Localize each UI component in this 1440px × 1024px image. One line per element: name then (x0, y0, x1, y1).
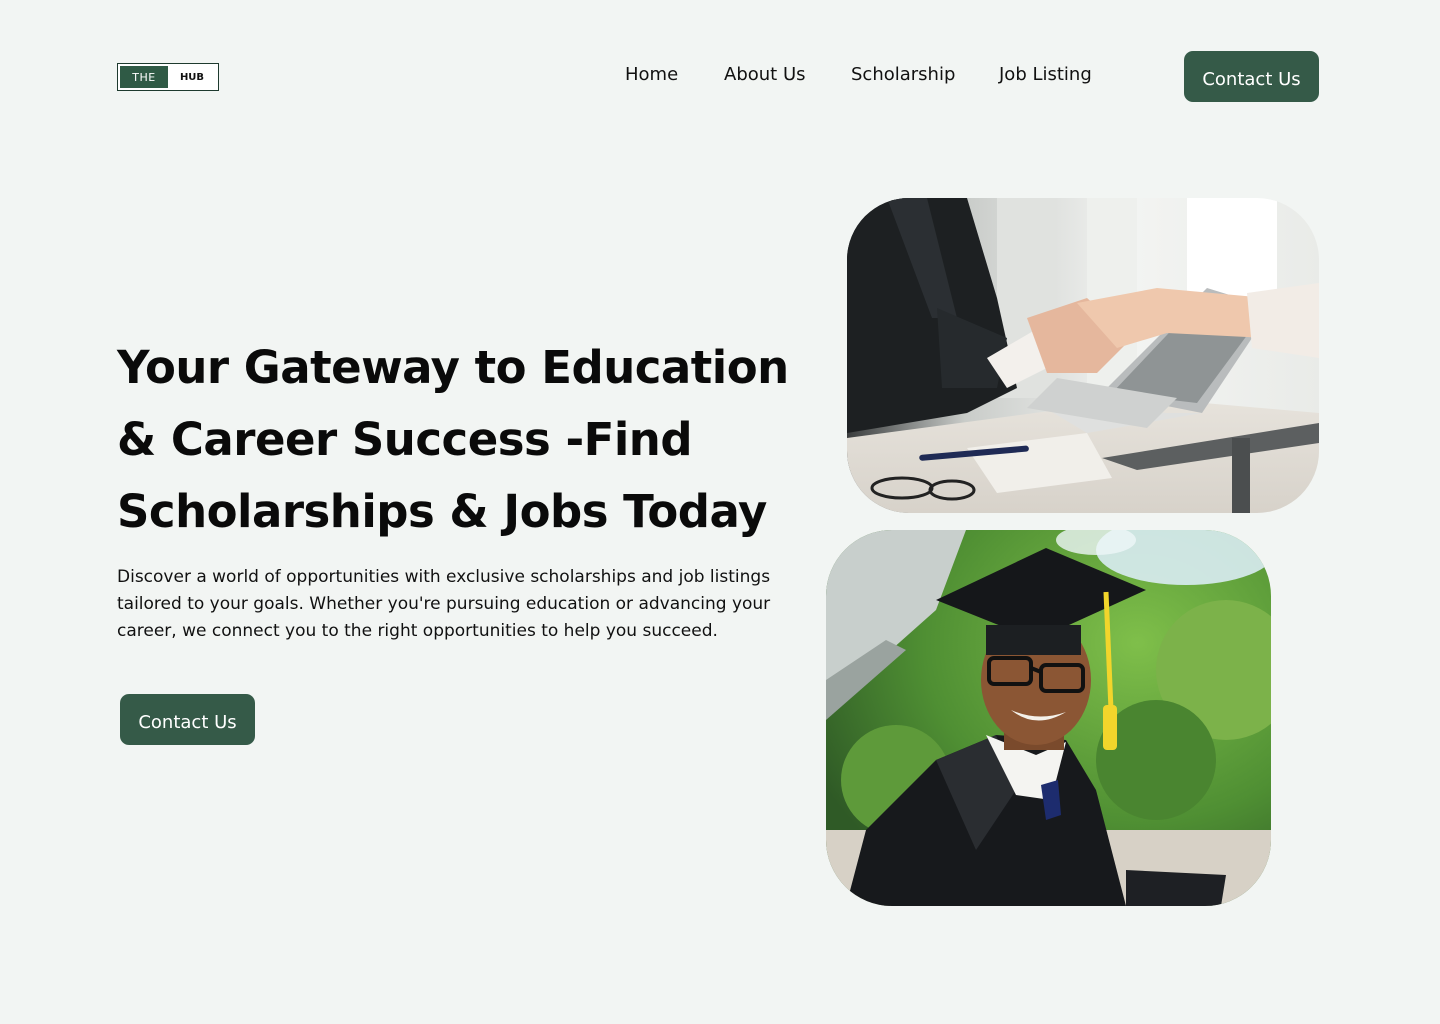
nav-about-us[interactable]: About Us (724, 63, 806, 87)
hero-contact-button[interactable]: Contact Us (120, 694, 255, 745)
logo[interactable]: THE HUB (117, 63, 219, 91)
nav-home[interactable]: Home (625, 63, 678, 87)
header-contact-button[interactable]: Contact Us (1184, 51, 1319, 102)
logo-hub: HUB (179, 71, 205, 83)
hero-description: Discover a world of opportunities with e… (117, 567, 771, 641)
handshake-image (847, 198, 1319, 513)
handshake-illustration (847, 198, 1319, 513)
landing-page: THE HUB Home About Us Scholarship Job Li… (0, 0, 1440, 1024)
graduate-illustration (826, 530, 1271, 906)
nav-job-listing[interactable]: Job Listing (999, 63, 1092, 87)
logo-the: THE (120, 66, 168, 88)
hero-title: Your Gateway to Education & Career Succe… (117, 341, 789, 538)
nav-scholarship[interactable]: Scholarship (851, 63, 955, 87)
graduate-image (826, 530, 1271, 906)
